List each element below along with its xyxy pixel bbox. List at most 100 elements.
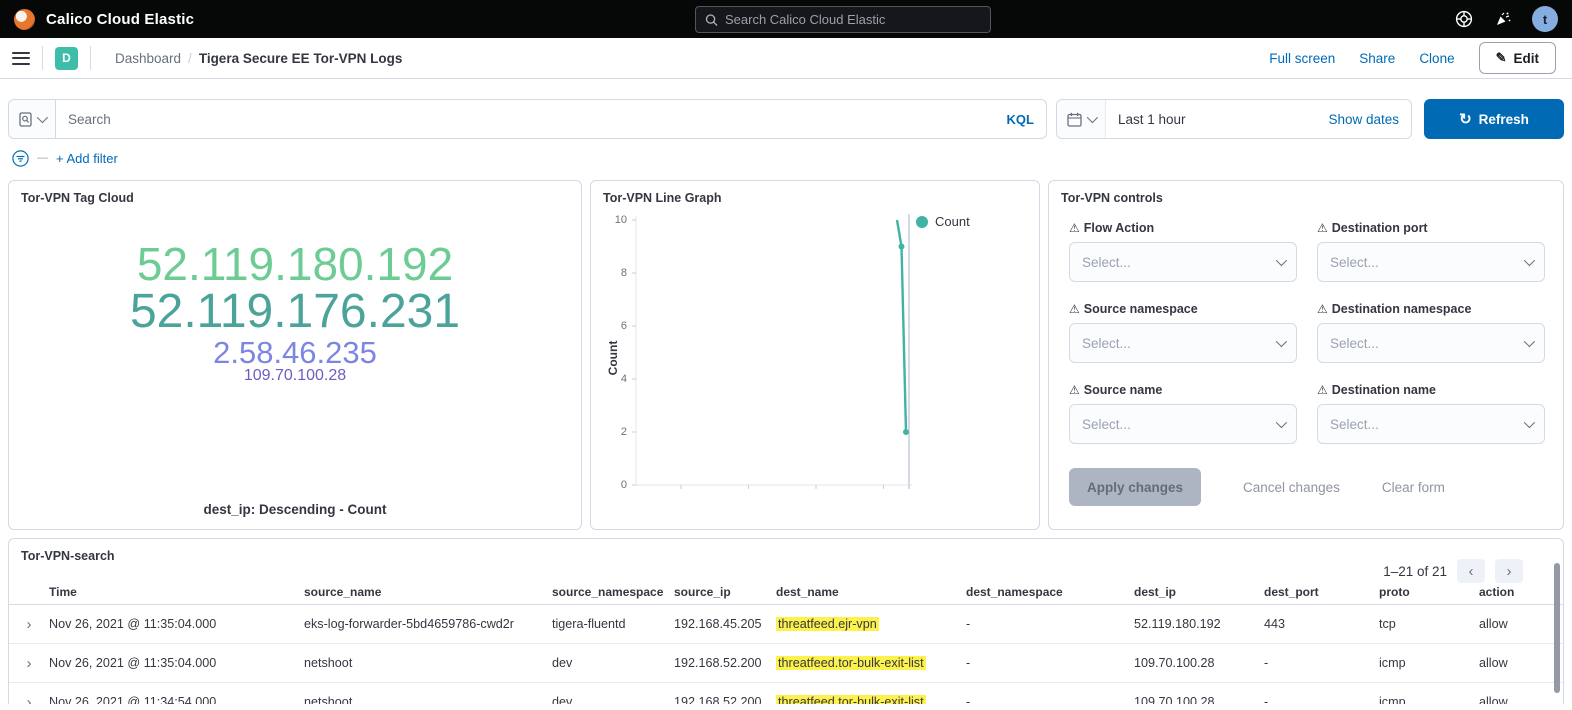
saved-query-menu-button[interactable] <box>8 99 56 139</box>
saved-query-icon <box>19 112 33 127</box>
breadcrumb: Dashboard / Tigera Secure EE Tor-VPN Log… <box>115 51 402 66</box>
controls-grid: ⚠Flow Action Select... ⚠Destination port Se… <box>1049 205 1563 444</box>
prev-page-button[interactable]: ‹ <box>1457 559 1485 583</box>
table-header-row: Timesource_namesource_namespacesource_ip… <box>9 579 1563 605</box>
column-header-Time: Time <box>49 585 304 599</box>
select-dropdown[interactable]: Select... <box>1317 404 1545 444</box>
next-page-button[interactable]: › <box>1495 559 1523 583</box>
tag-cloud-term[interactable]: 52.119.176.231 <box>130 288 460 337</box>
chevron-down-icon <box>1276 255 1287 266</box>
tag-cloud-term[interactable]: 2.58.46.235 <box>213 337 377 369</box>
apply-changes-button[interactable]: Apply changes <box>1069 468 1201 506</box>
app-title: Calico Cloud Elastic <box>46 11 194 28</box>
column-header-proto: proto <box>1379 585 1479 599</box>
data-point-marker <box>899 244 905 250</box>
select-dropdown[interactable]: Select... <box>1069 323 1297 363</box>
cell-dest_namespace: - <box>966 695 1134 704</box>
time-range-value[interactable]: Last 1 hour <box>1106 112 1328 127</box>
expand-row-icon[interactable]: › <box>9 655 49 672</box>
cell-source_name: eks-log-forwarder-5bd4659786-cwd2r <box>304 617 552 631</box>
select-placeholder: Select... <box>1082 255 1276 270</box>
add-filter-button[interactable]: + Add filter <box>56 151 118 166</box>
pagination-range: 1–21 of 21 <box>1383 564 1447 579</box>
query-bar: KQL Last 1 hour Show dates ↻ Refresh <box>8 99 1564 139</box>
clone-button[interactable]: Clone <box>1419 51 1454 66</box>
column-header-source_ip: source_ip <box>674 585 776 599</box>
cell-proto: icmp <box>1379 656 1479 670</box>
warning-icon: ⚠ <box>1069 302 1080 316</box>
line-chart: Count start_time per minute Count 024681… <box>591 181 1039 529</box>
kql-search-bar[interactable]: KQL <box>56 99 1047 139</box>
menu-hamburger-icon[interactable] <box>12 52 30 65</box>
filter-dash: — <box>37 152 48 164</box>
warning-icon: ⚠ <box>1069 383 1080 397</box>
control-field-label: ⚠Flow Action <box>1069 221 1297 235</box>
edit-button[interactable]: ✎ Edit <box>1479 42 1556 74</box>
date-quick-menu-button[interactable] <box>1057 100 1106 138</box>
select-dropdown[interactable]: Select... <box>1317 242 1545 282</box>
pencil-icon: ✎ <box>1496 50 1507 66</box>
column-header-dest_name: dest_name <box>776 585 966 599</box>
column-header-source_namespace: source_namespace <box>552 585 674 599</box>
space-badge[interactable]: D <box>55 47 78 70</box>
select-dropdown[interactable]: Select... <box>1069 404 1297 444</box>
controls-buttons: Apply changes Cancel changes Clear form <box>1049 444 1563 506</box>
breadcrumb-dashboard[interactable]: Dashboard <box>115 51 181 66</box>
table-scrollbar[interactable] <box>1554 563 1560 693</box>
cell-dest_ip: 109.70.100.28 <box>1134 656 1264 670</box>
count-line-series <box>897 220 906 432</box>
cell-dest_namespace: - <box>966 656 1134 670</box>
tag-cloud-term[interactable]: 109.70.100.28 <box>244 368 346 384</box>
cell-action: allow <box>1479 617 1563 631</box>
global-search-input[interactable] <box>725 12 981 27</box>
user-avatar[interactable]: t <box>1532 6 1558 32</box>
breadcrumb-separator: / <box>188 51 192 66</box>
expand-row-icon[interactable]: › <box>9 694 49 705</box>
tag-cloud-panel: Tor-VPN Tag Cloud 52.119.180.19252.119.1… <box>8 180 582 530</box>
cell-source_name: netshoot <box>304 656 552 670</box>
table-row: ›Nov 26, 2021 @ 11:35:04.000eks-log-forw… <box>9 605 1563 644</box>
filter-menu-icon[interactable] <box>12 150 29 167</box>
dashboard-toolbar: D Dashboard / Tigera Secure EE Tor-VPN L… <box>0 38 1572 79</box>
column-header-dest_ip: dest_ip <box>1134 585 1264 599</box>
highlighted-value: threatfeed.ejr-vpn <box>776 617 879 631</box>
warning-icon: ⚠ <box>1317 383 1328 397</box>
panels-row: Tor-VPN Tag Cloud 52.119.180.19252.119.1… <box>8 180 1564 530</box>
refresh-button[interactable]: ↻ Refresh <box>1424 99 1564 139</box>
cell-dest_name: threatfeed.ejr-vpn <box>776 617 966 631</box>
cell-proto: tcp <box>1379 617 1479 631</box>
expand-row-icon[interactable]: › <box>9 616 49 633</box>
global-search[interactable] <box>695 6 991 33</box>
top-navbar: Calico Cloud Elastic <box>0 0 1572 38</box>
cell-Time: Nov 26, 2021 @ 11:35:04.000 <box>49 617 304 631</box>
control-field-label: ⚠Destination port <box>1317 221 1545 235</box>
whats-new-party-icon[interactable] <box>1493 9 1513 29</box>
show-dates-button[interactable]: Show dates <box>1328 112 1411 127</box>
cell-source_ip: 192.168.45.205 <box>674 617 776 631</box>
chevron-down-icon <box>1087 112 1098 123</box>
select-placeholder: Select... <box>1082 417 1276 432</box>
cancel-changes-button[interactable]: Cancel changes <box>1243 480 1340 495</box>
warning-icon: ⚠ <box>1317 302 1328 316</box>
select-dropdown[interactable]: Select... <box>1317 323 1545 363</box>
share-button[interactable]: Share <box>1359 51 1395 66</box>
clear-form-button[interactable]: Clear form <box>1382 480 1445 495</box>
kql-search-input[interactable] <box>68 112 1007 127</box>
full-screen-button[interactable]: Full screen <box>1269 51 1335 66</box>
cell-proto: icmp <box>1379 695 1479 704</box>
cell-Time: Nov 26, 2021 @ 11:34:54.000 <box>49 695 304 704</box>
cell-source_ip: 192.168.52.200 <box>674 695 776 704</box>
panel-title: Tor-VPN-search <box>9 539 1563 563</box>
kql-language-button[interactable]: KQL <box>1007 112 1034 127</box>
cell-source_namespace: dev <box>552 695 674 704</box>
tag-cloud-term[interactable]: 52.119.180.192 <box>137 241 453 288</box>
help-lifesaver-icon[interactable] <box>1454 9 1474 29</box>
data-point-marker <box>903 429 909 435</box>
cell-dest_port: - <box>1264 695 1379 704</box>
select-placeholder: Select... <box>1330 417 1524 432</box>
column-header-dest_namespace: dest_namespace <box>966 585 1134 599</box>
control-field: ⚠Destination nameSelect... <box>1317 383 1545 444</box>
select-dropdown[interactable]: Select... <box>1069 242 1297 282</box>
cell-action: allow <box>1479 656 1563 670</box>
column-header-source_name: source_name <box>304 585 552 599</box>
